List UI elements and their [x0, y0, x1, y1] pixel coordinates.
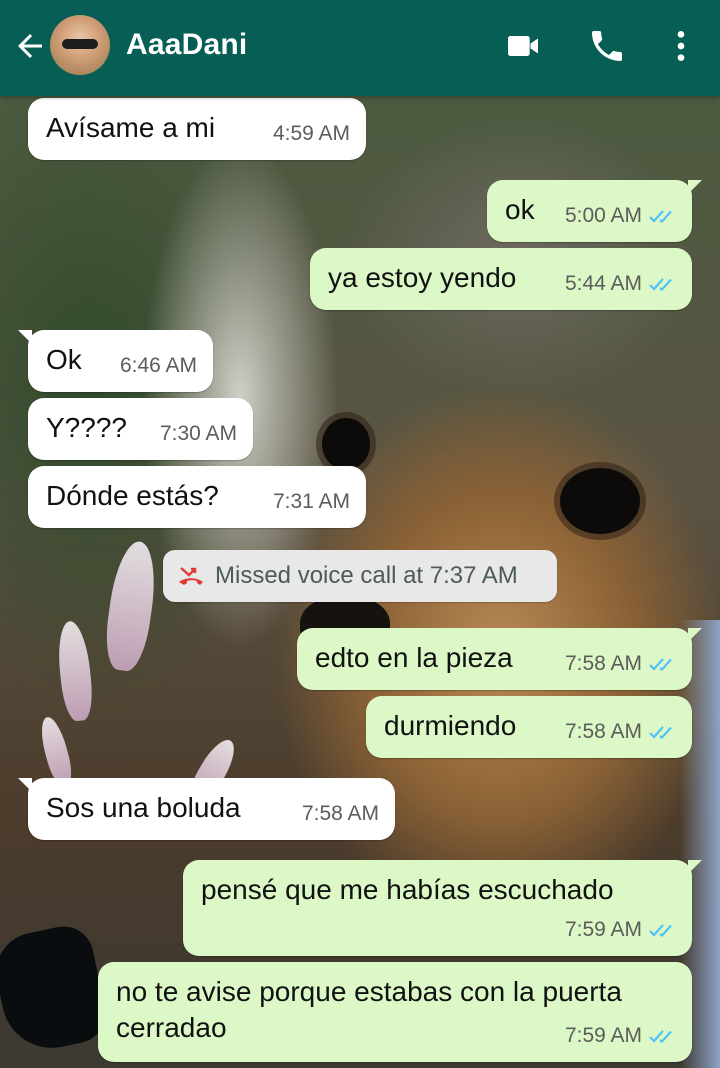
message-incoming[interactable]: Dónde estás? 7:31 AM [28, 466, 366, 528]
message-outgoing[interactable]: durmiendo 7:58 AM [366, 696, 692, 758]
bubble-tail [688, 180, 702, 194]
time-text: 7:30 AM [159, 422, 237, 445]
bubble-tail [688, 860, 702, 874]
wallpaper-flower [101, 538, 161, 674]
message-text: ok [505, 194, 535, 225]
message-time: 7:58 AM [565, 714, 678, 750]
message-text: Y???? [46, 412, 127, 443]
message-time: 7:59 AM [565, 1018, 678, 1054]
avatar-glasses [62, 39, 98, 49]
missed-call-icon [179, 567, 203, 585]
time-text: 7:58 AM [301, 802, 379, 825]
contact-name[interactable]: AaaDani [126, 28, 247, 62]
message-time: 7:31 AM [273, 484, 350, 520]
more-options-icon[interactable] [661, 26, 701, 66]
wallpaper-fingernail [0, 920, 112, 1058]
message-time: 7:59 AM [565, 912, 678, 948]
missed-call-notice[interactable]: Missed voice call at 7:37 AM [163, 550, 557, 602]
message-text: durmiendo [384, 710, 517, 741]
message-outgoing[interactable]: no te avise porque estabas con la puerta… [98, 962, 692, 1062]
read-ticks-icon [649, 1030, 672, 1043]
missed-call-text: Missed voice call at 7:37 AM [215, 562, 518, 589]
message-outgoing[interactable]: edto en la pieza 7:58 AM [297, 628, 702, 690]
wallpaper-flower [54, 619, 96, 723]
message-time: 7:30 AM [160, 416, 237, 452]
time-text: 6:46 AM [119, 354, 197, 377]
message-text: Ok [46, 344, 82, 375]
read-ticks-icon [649, 278, 672, 291]
bubble-tail [688, 628, 702, 642]
contact-avatar[interactable] [50, 15, 110, 75]
message-incoming[interactable]: Y???? 7:30 AM [28, 398, 253, 460]
time-text: 7:31 AM [272, 490, 350, 513]
wallpaper-flower [36, 714, 76, 788]
message-time: 5:00 AM [565, 198, 678, 234]
chat-header: AaaDani [0, 0, 720, 96]
time-text: 7:59 AM [564, 918, 642, 941]
read-ticks-icon [649, 658, 672, 671]
message-text: edto en la pieza [315, 642, 513, 673]
read-ticks-icon [649, 210, 672, 223]
message-text: Dónde estás? [46, 480, 219, 511]
video-call-icon[interactable] [503, 26, 543, 66]
message-time: 6:46 AM [120, 348, 197, 384]
time-text: 7:58 AM [564, 720, 642, 743]
message-incoming[interactable]: Avísame a mi 4:59 AM [28, 98, 366, 160]
bubble-tail [18, 778, 32, 792]
time-text: 7:58 AM [564, 652, 642, 675]
message-outgoing[interactable]: ok 5:00 AM [487, 180, 702, 242]
message-text: Avísame a mi [46, 112, 216, 143]
message-time: 5:44 AM [565, 266, 678, 302]
time-text: 5:00 AM [564, 204, 642, 227]
time-text: 4:59 AM [272, 122, 350, 145]
message-incoming[interactable]: Ok 6:46 AM [18, 330, 213, 392]
wallpaper-dog-eye-right [560, 468, 640, 534]
message-time: 7:58 AM [565, 646, 678, 682]
time-text: 7:59 AM [564, 1024, 642, 1047]
read-ticks-icon [649, 924, 672, 937]
message-text: ya estoy yendo [328, 262, 517, 293]
message-time: 4:59 AM [273, 116, 350, 152]
message-time: 7:58 AM [302, 796, 379, 832]
message-text: Sos una boluda [46, 792, 241, 823]
time-text: 5:44 AM [564, 272, 642, 295]
message-outgoing[interactable]: ya estoy yendo 5:44 AM [310, 248, 692, 310]
message-text: pensé que me habías escuchado [201, 874, 614, 905]
message-incoming[interactable]: Sos una boluda 7:58 AM [18, 778, 395, 840]
back-arrow-icon[interactable] [12, 28, 48, 64]
read-ticks-icon [649, 726, 672, 739]
wallpaper-dog-eye-left [322, 418, 370, 470]
message-outgoing[interactable]: pensé que me habías escuchado 7:59 AM [183, 860, 702, 956]
bubble-tail [18, 330, 32, 344]
voice-call-icon[interactable] [587, 26, 627, 66]
